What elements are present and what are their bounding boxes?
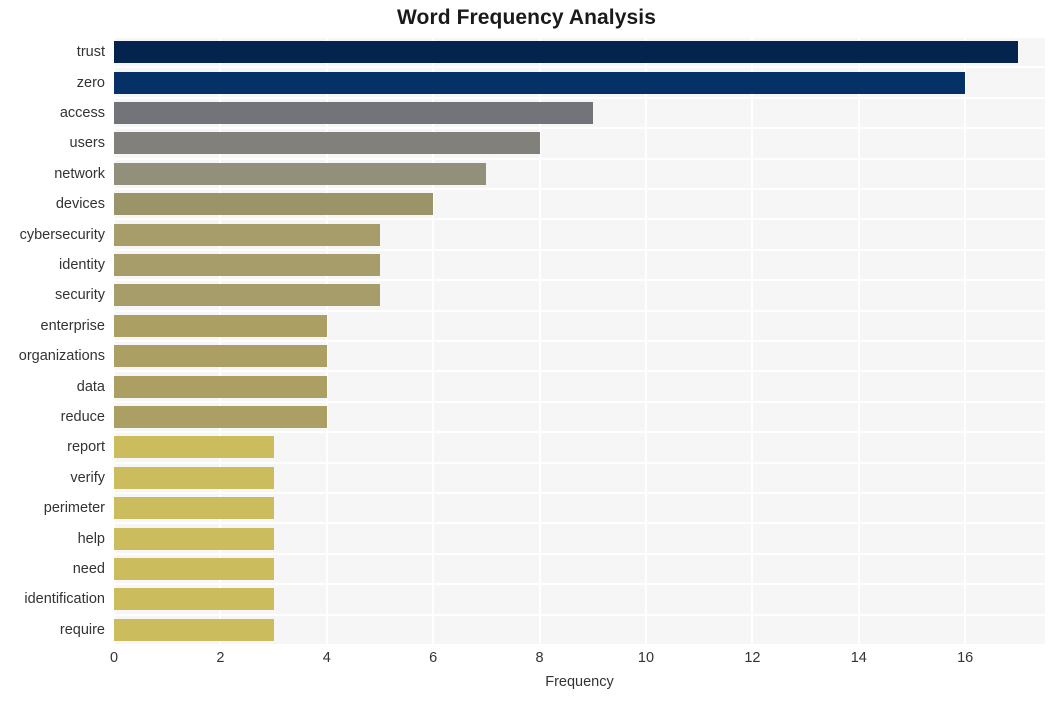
gridline-horizontal — [114, 248, 1045, 251]
gridline-horizontal — [114, 644, 1045, 645]
bar — [114, 618, 274, 641]
gridline-horizontal — [114, 613, 1045, 616]
y-tick-label: zero — [76, 74, 105, 91]
gridline-horizontal — [114, 127, 1045, 130]
bar — [114, 588, 274, 611]
x-tick-label: 6 — [429, 650, 438, 666]
gridline-horizontal — [114, 66, 1045, 69]
bar — [114, 102, 593, 124]
y-tick-label: reduce — [60, 409, 105, 425]
y-tick-label: security — [55, 287, 105, 304]
bar — [114, 497, 274, 520]
y-tick-label: access — [59, 105, 105, 121]
bar — [114, 436, 274, 459]
bar — [114, 132, 540, 155]
gridline-horizontal — [114, 157, 1045, 160]
gridline-horizontal — [114, 522, 1045, 525]
bar — [114, 466, 274, 489]
x-tick-label: 8 — [535, 650, 544, 666]
bar — [114, 375, 327, 398]
x-tick-label: 10 — [637, 650, 655, 666]
bar — [114, 314, 327, 337]
plot-area — [114, 37, 1045, 645]
bar — [114, 193, 434, 216]
y-tick-label: require — [59, 621, 105, 638]
gridline-horizontal — [114, 370, 1045, 373]
gridline-horizontal — [114, 218, 1045, 221]
x-tick-label: 12 — [744, 650, 761, 666]
y-tick-label: data — [76, 378, 105, 395]
y-tick-label: users — [69, 135, 105, 152]
x-tick-label: 16 — [957, 650, 974, 666]
y-tick-label: need — [72, 561, 105, 577]
gridline-horizontal — [114, 461, 1045, 464]
x-tick-label: 14 — [850, 650, 867, 666]
y-tick-label: identification — [24, 591, 105, 608]
y-tick-label: devices — [55, 196, 105, 213]
gridline-horizontal — [114, 37, 1045, 38]
y-tick-label: perimeter — [43, 500, 105, 517]
gridline-horizontal — [114, 96, 1045, 99]
bar — [114, 254, 380, 276]
x-tick-label: 2 — [216, 650, 225, 666]
bar — [114, 558, 274, 580]
bar — [114, 223, 380, 246]
bar — [114, 345, 327, 368]
y-tick-label: cybersecurity — [19, 226, 105, 243]
y-tick-label: verify — [70, 469, 105, 486]
x-tick-label: 4 — [322, 650, 331, 666]
bar — [114, 406, 327, 428]
gridline-horizontal — [114, 583, 1045, 586]
gridline-horizontal — [114, 279, 1045, 282]
gridline-horizontal — [114, 340, 1045, 342]
bar — [114, 162, 487, 185]
bar — [114, 41, 1019, 64]
gridline-horizontal — [114, 309, 1045, 312]
x-axis-title: Frequency — [545, 674, 614, 690]
gridline-horizontal — [114, 552, 1045, 555]
y-tick-label: enterprise — [40, 317, 105, 334]
gridline-horizontal — [114, 492, 1045, 494]
y-tick-label: help — [77, 530, 105, 547]
chart-title: Word Frequency Analysis — [396, 6, 657, 29]
gridline-horizontal — [114, 431, 1045, 434]
bar — [114, 284, 380, 307]
word-frequency-chart: Word Frequency Analysis trust zero access u… — [0, 0, 1053, 701]
gridline-horizontal — [114, 188, 1045, 190]
bar — [114, 527, 274, 550]
bar — [114, 71, 966, 94]
y-tick-label: network — [54, 165, 105, 182]
y-tick-label: report — [67, 439, 105, 456]
y-tick-label: identity — [59, 257, 105, 273]
x-tick-label: 0 — [109, 650, 119, 666]
y-tick-label: trust — [76, 44, 105, 61]
gridline-horizontal — [114, 400, 1045, 403]
y-tick-label: organizations — [18, 348, 105, 365]
